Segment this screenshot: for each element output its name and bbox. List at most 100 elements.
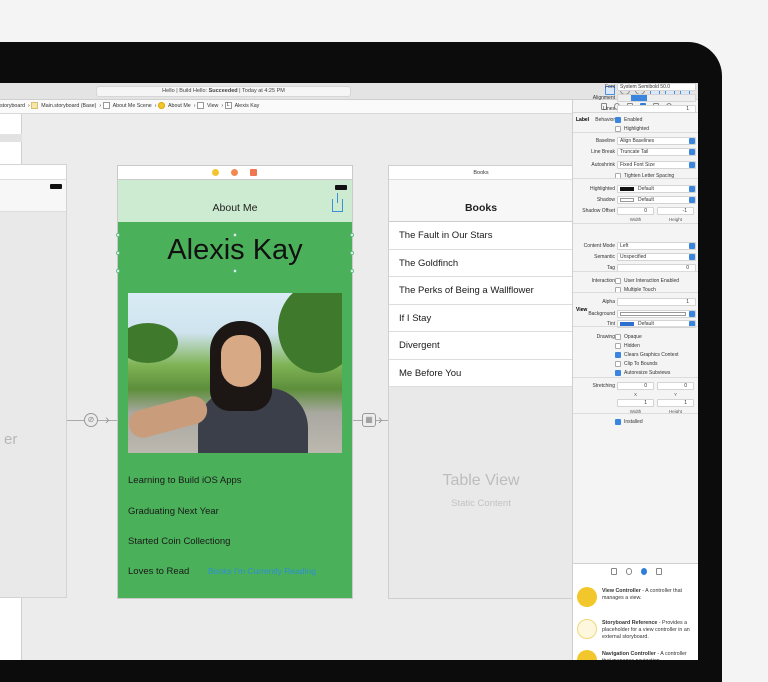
checkbox-option[interactable]: User Interaction Enabled	[615, 277, 679, 286]
status-app: Hello	[162, 88, 175, 94]
table-row[interactable]: Divergent	[389, 332, 573, 360]
crumb-controller[interactable]: About Me	[168, 103, 191, 109]
table-view-sublabel: Static Content	[389, 498, 573, 509]
checkbox[interactable]	[615, 343, 621, 349]
navigation-bar: About Me	[118, 180, 352, 222]
color-swatch[interactable]	[620, 198, 634, 202]
navigation-controller-scene[interactable]: er	[0, 164, 67, 598]
checkbox[interactable]	[615, 278, 621, 284]
checkbox-option[interactable]: Tighten Letter Spacing	[615, 172, 674, 181]
navigation-controller-icon	[577, 650, 597, 660]
checkbox-option[interactable]: Enabled	[615, 116, 642, 125]
resize-handle[interactable]	[233, 269, 237, 273]
relationship-segue-icon[interactable]: ⊘	[84, 413, 98, 427]
divider	[573, 271, 698, 272]
file-template-icon[interactable]	[611, 568, 617, 575]
crumb-scene[interactable]: About Me Scene	[113, 103, 152, 109]
inspector-label: Background	[588, 310, 615, 319]
crumb-storyboard[interactable]: storyboard	[0, 103, 25, 109]
checkbox-option[interactable]: Multiple Touch	[615, 286, 656, 295]
share-icon[interactable]	[332, 199, 343, 212]
resize-handle[interactable]	[350, 269, 354, 273]
number-field[interactable]: 1	[617, 298, 696, 306]
popup-button[interactable]: Unspecified	[617, 253, 696, 261]
table-row[interactable]: The Perks of Being a Wallflower	[389, 277, 573, 305]
number-field[interactable]: 0	[617, 382, 654, 390]
inspector-label: Drawing	[597, 333, 615, 342]
resize-handle[interactable]	[116, 251, 120, 255]
popup-button[interactable]: Align Baselines	[617, 137, 696, 145]
books-reading-button[interactable]: Books I'm Currently Reading	[208, 566, 316, 576]
checkbox[interactable]	[615, 352, 621, 358]
color-popup[interactable]: Default	[617, 196, 696, 204]
resize-handle[interactable]	[350, 251, 354, 255]
library-item-text: View Controller - A controller that mana…	[602, 588, 697, 602]
media-library-icon[interactable]	[656, 568, 662, 575]
checkbox-option[interactable]: Clip To Bounds	[615, 360, 658, 369]
checkbox-option[interactable]: Hidden	[615, 342, 640, 351]
books-scene[interactable]: Books Books The Fault in Our Stars The G…	[388, 165, 574, 599]
profile-photo[interactable]	[128, 293, 342, 453]
library-item[interactable]: Storyboard Reference - Provides a placeh…	[577, 617, 697, 649]
color-popup[interactable]: Default	[617, 185, 696, 193]
popup-button[interactable]: Fixed Font Size	[617, 161, 696, 169]
table-row[interactable]: Me Before You	[389, 360, 573, 388]
photo-tree	[128, 323, 178, 363]
object-library-icon[interactable]	[641, 568, 647, 575]
checkbox[interactable]	[615, 117, 621, 123]
library-item-text: Navigation Controller - A controller tha…	[602, 651, 697, 660]
checkbox[interactable]	[615, 126, 621, 132]
color-swatch[interactable]	[620, 187, 634, 191]
checkbox[interactable]	[615, 370, 621, 376]
checkbox-option[interactable]: Installed	[615, 418, 643, 427]
table-row[interactable]: If I Stay	[389, 305, 573, 333]
divider	[573, 178, 698, 179]
popup-button[interactable]: Left	[617, 242, 696, 250]
alignment-control[interactable]	[617, 94, 696, 102]
checkbox-option[interactable]: Clears Graphics Context	[615, 351, 678, 360]
library-item[interactable]: Navigation Controller - A controller tha…	[577, 648, 697, 660]
number-field[interactable]: 1	[657, 399, 694, 407]
resize-handle[interactable]	[350, 233, 354, 237]
scene-dock	[0, 165, 66, 180]
table-row[interactable]: The Fault in Our Stars	[389, 222, 573, 250]
checkbox[interactable]	[615, 334, 621, 340]
text-field[interactable]: System Semibold 50.0	[617, 83, 696, 91]
outline-selection	[0, 134, 22, 142]
popup-button[interactable]: Truncate Tail	[617, 148, 696, 156]
inspector-label: Line Break	[591, 148, 615, 157]
checkbox-option[interactable]: Opaque	[615, 333, 642, 342]
inspector-row: Line BreakTruncate Tail	[573, 148, 698, 157]
library-item[interactable]: View Controller - A controller that mana…	[577, 585, 697, 617]
code-snippet-icon[interactable]	[626, 568, 632, 575]
storyboard-canvas[interactable]: er ⊘ › About Me Alexis Kay Learning to B…	[0, 114, 572, 660]
crumb-label[interactable]: Alexis Kay	[235, 103, 260, 109]
checkbox-label: Enabled	[624, 117, 642, 123]
crumb-main-storyboard[interactable]: Main.storyboard (Base)	[41, 103, 96, 109]
exit-icon[interactable]	[250, 169, 257, 176]
number-field[interactable]: 0	[617, 207, 654, 215]
checkbox-label: Autoresize Subviews	[624, 370, 670, 376]
navigation-bar	[0, 180, 66, 212]
about-me-scene[interactable]: About Me Alexis Kay Learning to Build iO…	[117, 165, 353, 599]
checkbox[interactable]	[615, 361, 621, 367]
number-field[interactable]: 0	[657, 382, 694, 390]
name-label[interactable]: Alexis Kay	[118, 234, 352, 267]
crumb-view[interactable]: View	[207, 103, 218, 109]
resize-handle[interactable]	[116, 233, 120, 237]
color-popup[interactable]	[617, 310, 696, 318]
table-row[interactable]: The Goldfinch	[389, 250, 573, 278]
storyboard-reference-icon	[577, 619, 597, 639]
resize-handle[interactable]	[116, 269, 120, 273]
inspector-row: FontSystem Semibold 50.0	[573, 83, 698, 92]
color-swatch[interactable]	[620, 312, 686, 316]
number-field[interactable]: 1	[617, 399, 654, 407]
scene-placeholder-label: er	[4, 431, 17, 448]
number-field[interactable]: 1	[617, 105, 696, 113]
resize-handle[interactable]	[233, 233, 237, 237]
number-field[interactable]: -1	[657, 207, 694, 215]
first-responder-icon[interactable]	[231, 169, 238, 176]
show-segue-icon[interactable]: ▦	[362, 413, 376, 427]
checkbox[interactable]	[615, 419, 621, 425]
view-controller-dock-icon[interactable]	[212, 169, 219, 176]
